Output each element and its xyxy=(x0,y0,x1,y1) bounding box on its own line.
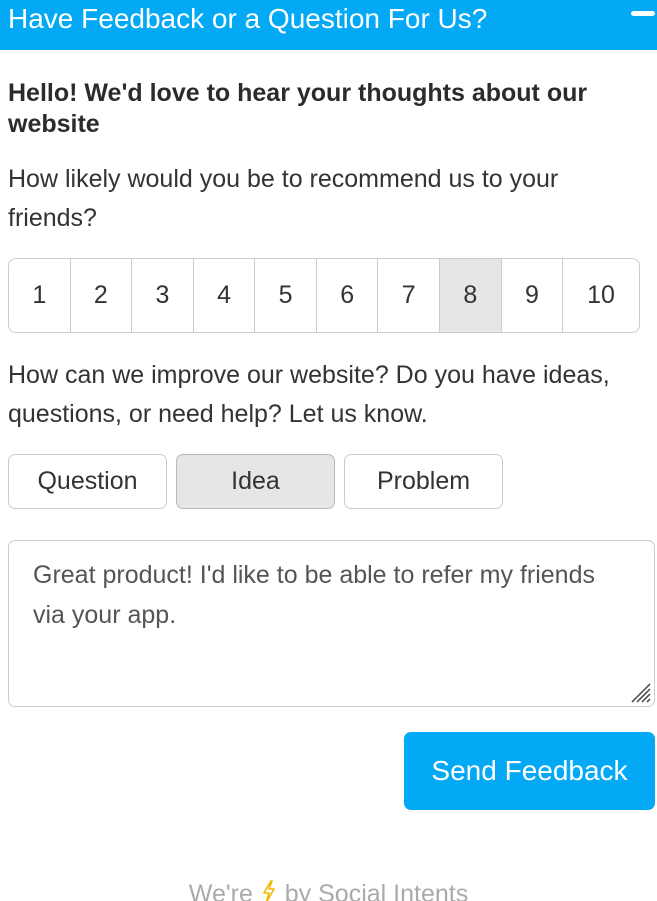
feedback-message-text: Great product! I'd like to be able to re… xyxy=(33,561,595,629)
lightning-bolt-icon xyxy=(262,880,276,901)
recommend-question: How likely would you be to recommend us … xyxy=(8,165,559,232)
rating-option-8[interactable]: 8 xyxy=(439,259,501,332)
intro-heading: Hello! We'd love to hear your thoughts a… xyxy=(8,79,588,138)
rating-option-1[interactable]: 1 xyxy=(9,259,70,332)
rating-option-9[interactable]: 9 xyxy=(500,259,563,332)
footer-suffix: by Social Intents xyxy=(284,880,469,901)
rating-option-2[interactable]: 2 xyxy=(69,259,132,332)
feedback-message-textarea[interactable]: Great product! I'd like to be able to re… xyxy=(8,540,655,707)
powered-by-footer[interactable]: We're by Social Intents xyxy=(0,874,657,901)
recommend-rating-scale: 1 2 3 4 5 6 7 8 9 10 xyxy=(8,258,640,333)
rating-option-6[interactable]: 6 xyxy=(315,259,378,332)
widget-header[interactable]: Have Feedback or a Question For Us? xyxy=(0,0,657,50)
rating-option-3[interactable]: 3 xyxy=(131,259,193,332)
resize-handle-icon[interactable] xyxy=(626,678,652,704)
rating-option-7[interactable]: 7 xyxy=(377,259,439,332)
type-problem-button[interactable]: Problem xyxy=(344,454,503,509)
footer-prefix: We're xyxy=(188,880,253,901)
feedback-widget: Have Feedback or a Question For Us? Hell… xyxy=(0,0,657,901)
rating-option-5[interactable]: 5 xyxy=(254,259,316,332)
send-feedback-button[interactable]: Send Feedback xyxy=(404,732,655,810)
widget-title: Have Feedback or a Question For Us? xyxy=(8,3,488,34)
type-question-button[interactable]: Question xyxy=(8,454,167,509)
type-idea-button[interactable]: Idea xyxy=(176,454,335,509)
minus-icon[interactable] xyxy=(631,8,655,20)
rating-option-10[interactable]: 10 xyxy=(562,259,639,332)
improve-question: How can we improve our website? Do you h… xyxy=(8,361,610,428)
rating-option-4[interactable]: 4 xyxy=(192,259,255,332)
